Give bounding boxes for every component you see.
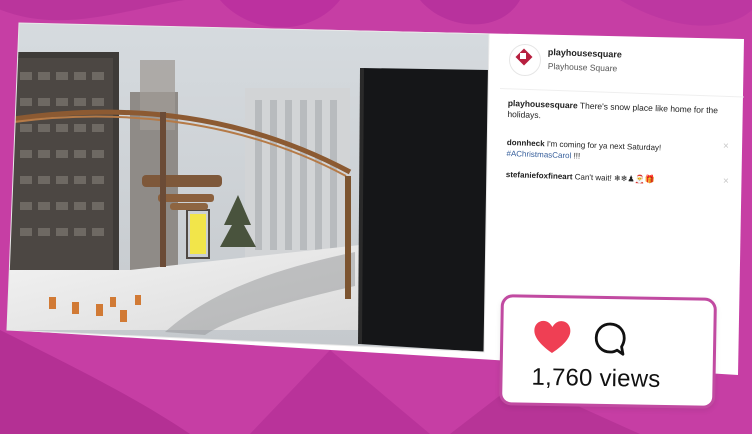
- close-icon[interactable]: ×: [723, 141, 729, 152]
- profile-avatar[interactable]: [509, 44, 541, 76]
- engagement-card: 1,760 views: [499, 294, 717, 409]
- comment-icon[interactable]: [592, 321, 629, 358]
- heart-icon[interactable]: [533, 320, 572, 355]
- hashtag-link[interactable]: #AChristmasCarol: [506, 148, 571, 159]
- comment-username[interactable]: stefaniefoxfineart: [506, 170, 573, 181]
- view-count: 1,760 views: [531, 363, 661, 393]
- logo-center-mark: [520, 53, 526, 59]
- comment-username[interactable]: donnheck: [507, 138, 545, 148]
- close-icon[interactable]: ×: [723, 176, 729, 187]
- comment-text: Can't wait! ❄❄♟🎅🎁: [572, 172, 655, 185]
- comment-suffix: !!!: [571, 150, 581, 161]
